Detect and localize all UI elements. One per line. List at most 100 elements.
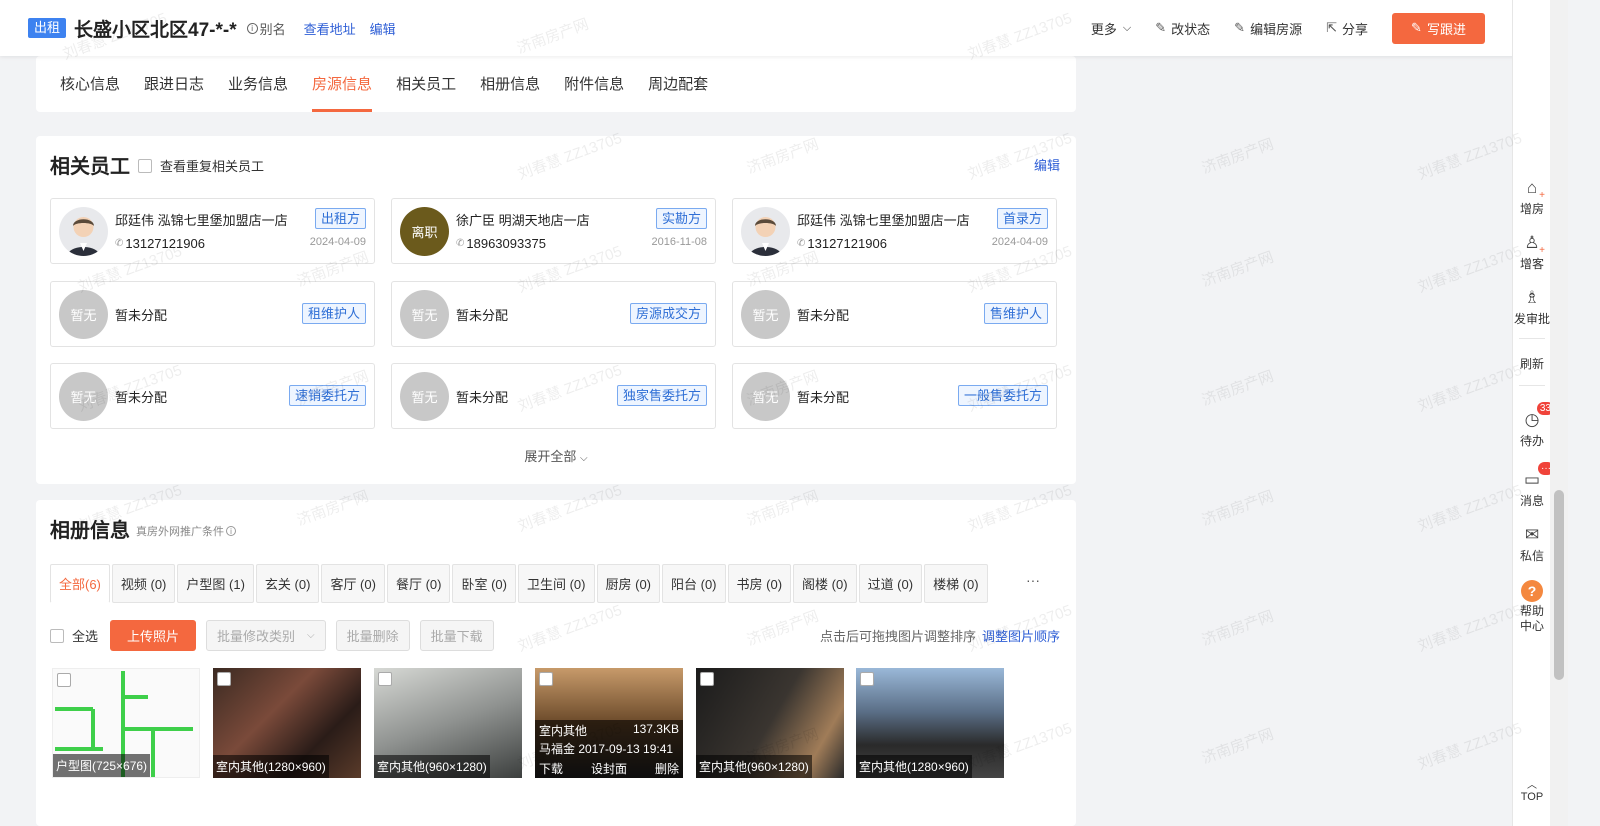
chevron-down-icon: ⌵ bbox=[307, 630, 315, 641]
tab-item[interactable]: 附件信息 bbox=[564, 56, 624, 112]
photo-category-tab[interactable]: 玄关 (0) bbox=[255, 564, 320, 603]
pencil-icon: ✎ bbox=[1411, 20, 1422, 35]
expand-all-button[interactable]: 展开全部 ⌵ bbox=[36, 446, 1076, 465]
watermark: 刘春慧 ZZ13705 bbox=[1415, 481, 1525, 536]
edit-title-link[interactable]: 编辑 bbox=[370, 19, 396, 38]
share-icon: ⇱ bbox=[1326, 20, 1337, 35]
scrollbar-thumb[interactable] bbox=[1554, 490, 1564, 680]
right-sidebar: ⌂ + 增房 ♙ + 增客 ♗ 发审批 刷新 ◷ 33 待办 ▭ ··· 消息 ✉ 私信 ? 帮助中心… bbox=[1512, 0, 1554, 826]
photo-thumbnail[interactable]: 室内其他(1280×960) bbox=[213, 668, 361, 778]
delete-photo-button[interactable]: 删除 bbox=[655, 760, 679, 777]
photo-label: 户型图(725×676) bbox=[53, 754, 151, 777]
watermark: 济南房产网 bbox=[1199, 487, 1277, 530]
download-photo-button[interactable]: 下载 bbox=[539, 760, 563, 777]
add-house-button[interactable]: ⌂ + 增房 bbox=[1513, 178, 1551, 217]
photo-checkbox[interactable] bbox=[860, 672, 874, 686]
select-all-checkbox[interactable]: 全选 bbox=[50, 626, 98, 645]
tab-item[interactable]: 跟进日志 bbox=[144, 56, 204, 112]
staff-phone: ✆ 13127121906 bbox=[115, 236, 205, 251]
private-message-button[interactable]: ✉ 私信 bbox=[1513, 525, 1551, 564]
staff-phone: ✆ 18963093375 bbox=[456, 236, 546, 251]
staff-card: 离职 徐广臣 明湖天地店一店 ✆ 18963093375 2016-11-08 实勘方 bbox=[391, 198, 716, 264]
staff-name: 邱廷伟 泓锦七里堡加盟店一店 bbox=[115, 213, 288, 228]
photo-category-tab[interactable]: 餐厅 (0) bbox=[386, 564, 451, 603]
todo-label: 待办 bbox=[1519, 434, 1544, 448]
photo-checkbox[interactable] bbox=[700, 672, 714, 686]
photo-category-tab[interactable]: 书房 (0) bbox=[727, 564, 792, 603]
photo-checkbox[interactable] bbox=[57, 673, 71, 687]
view-duplicates-checkbox[interactable]: 查看重复相关员工 bbox=[138, 156, 264, 175]
batch-modify-category-button[interactable]: 批量修改类别 ⌵ bbox=[206, 620, 326, 651]
more-dropdown[interactable]: 更多 ⌵ bbox=[1091, 19, 1131, 38]
photo-thumbnail[interactable]: 室内其他 137.3KB 马福金 2017-09-13 19:41 下载 设封面 删除 bbox=[535, 668, 683, 778]
avatar: 暂无 bbox=[59, 372, 108, 421]
alias-link[interactable]: i 别名 bbox=[246, 19, 286, 38]
tab-item[interactable]: 相册信息 bbox=[480, 56, 540, 112]
staff-card: 邱廷伟 泓锦七里堡加盟店一店 ✆ 13127121906 2024-04-09 首录方 bbox=[732, 198, 1057, 264]
chevron-down-icon: ⌵ bbox=[580, 453, 588, 464]
upload-photo-button[interactable]: 上传照片 bbox=[110, 620, 197, 651]
avatar bbox=[741, 207, 790, 256]
view-duplicates-label: 查看重复相关员工 bbox=[160, 159, 265, 174]
avatar: 暂无 bbox=[741, 372, 790, 421]
tab-item[interactable]: 房源信息 bbox=[312, 56, 373, 112]
help-center-button[interactable]: ? 帮助中心 bbox=[1513, 580, 1551, 634]
photo-category-tab[interactable]: 卧室 (0) bbox=[452, 564, 516, 603]
photo-checkbox[interactable] bbox=[378, 672, 392, 686]
avatar: 暂无 bbox=[741, 290, 790, 339]
write-followup-button[interactable]: ✎ 写跟进 bbox=[1392, 12, 1485, 44]
view-address-link[interactable]: 查看地址 bbox=[304, 19, 356, 38]
staff-phone-number: 18963093375 bbox=[466, 236, 546, 251]
photo-thumbnail[interactable]: 户型图(725×676) bbox=[52, 668, 200, 778]
photo-checkbox[interactable] bbox=[539, 672, 553, 686]
listing-title: 长盛小区北区47-*-* bbox=[74, 19, 237, 41]
stamp-icon: ♗ bbox=[1524, 288, 1540, 307]
checkbox[interactable] bbox=[50, 628, 64, 643]
share-button[interactable]: ⇱ 分享 bbox=[1326, 19, 1368, 38]
photo-category-tab[interactable]: 客厅 (0) bbox=[321, 564, 385, 603]
watermark: 刘春慧 ZZ13705 bbox=[1415, 361, 1525, 416]
checkbox[interactable] bbox=[138, 158, 152, 173]
photo-thumbnail[interactable]: 室内其他(1280×960) bbox=[856, 668, 1004, 778]
watermark: 济南房产网 bbox=[1199, 367, 1277, 410]
tab-item[interactable]: 核心信息 bbox=[60, 56, 120, 112]
adjust-photo-order-link[interactable]: 调整图片顺序 bbox=[982, 626, 1060, 645]
back-to-top-button[interactable]: ︿ TOP bbox=[1513, 776, 1551, 803]
more-categories-button[interactable]: ··· bbox=[1026, 572, 1040, 588]
staff-card: 暂无 暂未分配 房源成交方 bbox=[391, 281, 716, 347]
change-status-button[interactable]: ✎ 改状态 bbox=[1155, 19, 1210, 38]
photo-checkbox[interactable] bbox=[217, 672, 231, 686]
photo-category-tab[interactable]: 全部(6) bbox=[50, 564, 110, 603]
photo-thumbnail[interactable]: 室内其他(960×1280) bbox=[374, 668, 522, 778]
edit-listing-button[interactable]: ✎ 编辑房源 bbox=[1234, 19, 1302, 38]
mail-icon: ✉ bbox=[1524, 525, 1540, 544]
phone-icon: ✆ bbox=[456, 238, 465, 249]
photo-category-tab[interactable]: 过道 (0) bbox=[858, 564, 923, 603]
clock-icon: ◷ 33 bbox=[1522, 402, 1554, 430]
photo-thumbnail[interactable]: 室内其他(960×1280) bbox=[696, 668, 844, 778]
tab-item[interactable]: 业务信息 bbox=[228, 56, 288, 112]
photo-category-tab[interactable]: 户型图 (1) bbox=[177, 564, 254, 603]
page-scrollbar[interactable] bbox=[1550, 0, 1568, 826]
unassigned-label: 暂未分配 bbox=[456, 390, 509, 405]
photo-category-tab[interactable]: 卫生间 (0) bbox=[517, 564, 595, 603]
batch-delete-button[interactable]: 批量删除 bbox=[335, 620, 410, 651]
staff-edit-link[interactable]: 编辑 bbox=[1034, 155, 1060, 174]
staff-phone-number: 13127121906 bbox=[807, 236, 887, 251]
add-client-button[interactable]: ♙ + 增客 bbox=[1513, 233, 1551, 272]
batch-download-button[interactable]: 批量下载 bbox=[419, 620, 494, 651]
photo-category-tab[interactable]: 阁楼 (0) bbox=[793, 564, 857, 603]
promotion-conditions[interactable]: 真房外网推广条件 i bbox=[136, 523, 238, 539]
refresh-button[interactable]: 刷新 bbox=[1513, 355, 1551, 372]
approval-button[interactable]: ♗ 发审批 bbox=[1513, 288, 1551, 327]
photo-category-tab[interactable]: 楼梯 (0) bbox=[924, 564, 988, 603]
tab-item[interactable]: 周边配套 bbox=[648, 56, 708, 112]
photo-category-tab[interactable]: 视频 (0) bbox=[111, 564, 176, 603]
set-cover-button[interactable]: 设封面 bbox=[591, 760, 627, 777]
photo-category-tab[interactable]: 厨房 (0) bbox=[596, 564, 661, 603]
messages-button[interactable]: ▭ ··· 消息 bbox=[1513, 462, 1554, 509]
add-client-label: 增客 bbox=[1519, 257, 1544, 271]
todo-button[interactable]: ◷ 33 待办 bbox=[1513, 402, 1554, 449]
tab-item[interactable]: 相关员工 bbox=[396, 56, 456, 112]
photo-category-tab[interactable]: 阳台 (0) bbox=[662, 564, 726, 603]
